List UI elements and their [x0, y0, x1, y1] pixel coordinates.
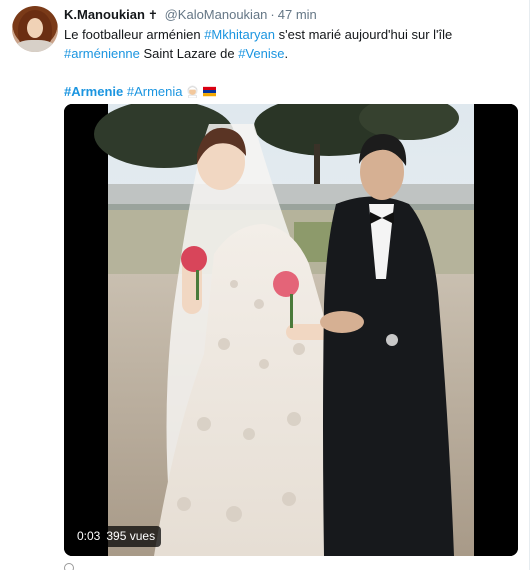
reply-icon[interactable] — [64, 563, 74, 570]
tweet-text: Le footballeur arménien #Mkhitaryan s'es… — [64, 25, 514, 101]
video-elapsed: 0:03 — [77, 529, 101, 543]
video-frame — [64, 104, 518, 556]
hashtag-link[interactable]: #Armenia — [127, 84, 183, 99]
hashtag-link[interactable]: #Venise — [238, 46, 284, 61]
tweet-timestamp[interactable]: 47 min — [278, 7, 317, 22]
hashtag-link[interactable]: #Armenie — [64, 84, 123, 99]
tweet-header: K.Manoukian ✝ @KaloManoukian · 47 min — [64, 7, 317, 23]
tweet-text-part: s'est marié aujourd'hui sur l'île — [275, 27, 453, 42]
header-separator: · — [270, 7, 275, 22]
avatar-shirt — [16, 40, 54, 52]
video-views: 395 vues — [106, 529, 156, 543]
tweet-card[interactable]: K.Manoukian ✝ @KaloManoukian · 47 min Le fo… — [0, 0, 530, 570]
armenia-flag-icon — [202, 86, 216, 97]
avatar[interactable] — [12, 6, 58, 52]
tweet-text-part: . — [284, 46, 289, 61]
cross-icon: ✝ — [147, 8, 158, 22]
bride-emoji-icon — [186, 85, 198, 98]
avatar-face — [27, 18, 43, 38]
tweet-text-part: Saint Lazare de — [139, 46, 239, 61]
hashtag-link[interactable]: #arménienne — [64, 46, 140, 61]
author-handle[interactable]: @KaloManoukian — [165, 7, 268, 22]
video-player[interactable]: 0:03 395 vues — [64, 104, 518, 556]
video-time-badge: 0:03 395 vues — [71, 526, 162, 547]
hashtag-link[interactable]: #Mkhitaryan — [204, 27, 275, 42]
tweet-text-part: Le footballeur arménien — [64, 27, 205, 42]
author-name[interactable]: K.Manoukian — [64, 7, 145, 22]
